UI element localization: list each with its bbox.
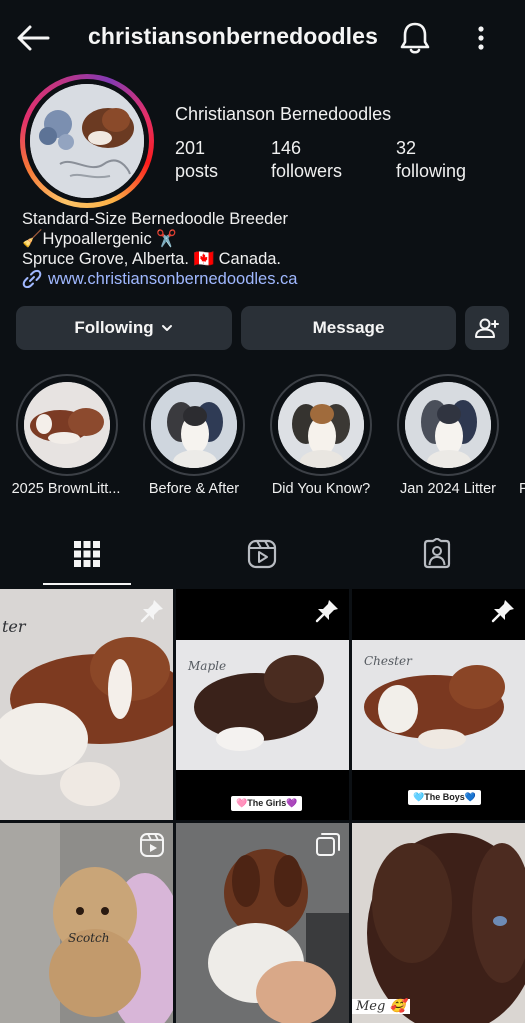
avatar [30, 84, 144, 198]
highlight-cover [278, 382, 364, 468]
reels-icon [247, 539, 277, 569]
top-bar: christiansonbernedoodles [0, 0, 525, 76]
tagged-person-icon [423, 537, 451, 569]
grid-icon [74, 541, 100, 567]
post-tile[interactable]: ter [0, 589, 173, 820]
bio-line: Standard-Size Bernedoodle Breeder [22, 210, 289, 228]
chevron-down-icon [161, 325, 172, 331]
profile-username: christiansonbernedoodles [88, 23, 378, 49]
post-caption: Scotch [68, 931, 110, 945]
arrow-left-icon [17, 25, 50, 51]
highlight-cover [405, 382, 491, 468]
stat-posts-value: 201 [175, 138, 206, 158]
following-button[interactable]: Following [16, 306, 232, 350]
profile-tabs [0, 525, 525, 587]
highlight-label: 2025 BrownLitt... [11, 481, 121, 497]
suggested-accounts-button[interactable] [465, 306, 509, 350]
highlight-cover [151, 382, 237, 468]
active-tab-indicator [43, 583, 131, 585]
story-highlight[interactable] [142, 374, 246, 476]
pin-icon [315, 600, 338, 623]
post-tag: 🩵The Boys💙 [408, 790, 481, 805]
message-button-label: Message [312, 318, 385, 337]
post-tile[interactable]: Scotch [0, 823, 173, 1023]
profile-website-link[interactable]: www.christiansonbernedoodles.ca [22, 269, 297, 289]
story-highlight[interactable] [15, 374, 119, 476]
link-icon [22, 269, 42, 289]
back-button[interactable] [14, 20, 52, 56]
tab-grid[interactable] [71, 538, 103, 570]
post-tile[interactable] [176, 823, 349, 1023]
post-tile[interactable]: Maple 🩷The Girls💜 [176, 589, 349, 820]
stat-followers-label: followers [271, 161, 343, 181]
stat-following-value: 32 [396, 138, 417, 158]
stat-following-label: following [396, 161, 467, 181]
post-image [352, 823, 525, 1023]
stat-followers[interactable]: 146 followers [271, 137, 342, 183]
reels-badge-icon [140, 833, 164, 857]
stat-posts[interactable]: 201 posts [175, 137, 218, 183]
profile-bio: Standard-Size Bernedoodle Breeder 🧹Hypoa… [22, 209, 288, 269]
stat-posts-label: posts [175, 161, 219, 181]
bio-line: 🧹Hypoallergenic ✂️ [22, 230, 177, 248]
pin-icon [491, 600, 514, 623]
profile-avatar-story-ring[interactable] [20, 74, 154, 208]
tab-reels[interactable] [246, 538, 278, 570]
story-highlight[interactable] [269, 374, 373, 476]
more-vertical-icon [478, 26, 484, 50]
post-caption: Maple [188, 659, 227, 673]
post-tile[interactable]: Meg 🥰 [352, 823, 525, 1023]
highlight-image [24, 382, 110, 468]
following-button-label: Following [74, 318, 154, 337]
pin-icon [140, 600, 163, 623]
stat-followers-value: 146 [271, 138, 302, 158]
add-person-icon [475, 318, 499, 338]
post-caption: ter [2, 617, 26, 636]
post-tile[interactable]: Chester 🩵The Boys💙 [352, 589, 525, 820]
profile-display-name: Christianson Bernedoodles [175, 104, 392, 124]
highlight-label: P [519, 481, 525, 497]
avatar-image [30, 84, 144, 198]
website-url: www.christiansonbernedoodles.ca [48, 269, 298, 288]
stat-following[interactable]: 32 following [396, 137, 466, 183]
bio-line: Spruce Grove, Alberta. 🇨🇦 Canada. [22, 250, 282, 268]
highlight-image [278, 382, 364, 468]
tab-tagged[interactable] [421, 537, 453, 570]
highlight-label: Before & After [148, 481, 240, 497]
story-highlight[interactable] [396, 374, 500, 476]
bell-icon [400, 22, 430, 54]
post-caption: Chester [364, 654, 412, 668]
post-caption: Meg 🥰 [352, 999, 410, 1014]
more-options-button[interactable] [468, 22, 494, 54]
highlight-image [151, 382, 237, 468]
highlight-label: Jan 2024 Litter [400, 481, 496, 497]
highlight-image [405, 382, 491, 468]
highlight-label: Did You Know? [271, 481, 371, 497]
message-button[interactable]: Message [241, 306, 456, 350]
carousel-icon [316, 833, 340, 856]
highlight-cover [24, 382, 110, 468]
post-tag: 🩷The Girls💜 [231, 796, 303, 811]
notifications-button[interactable] [398, 20, 432, 56]
